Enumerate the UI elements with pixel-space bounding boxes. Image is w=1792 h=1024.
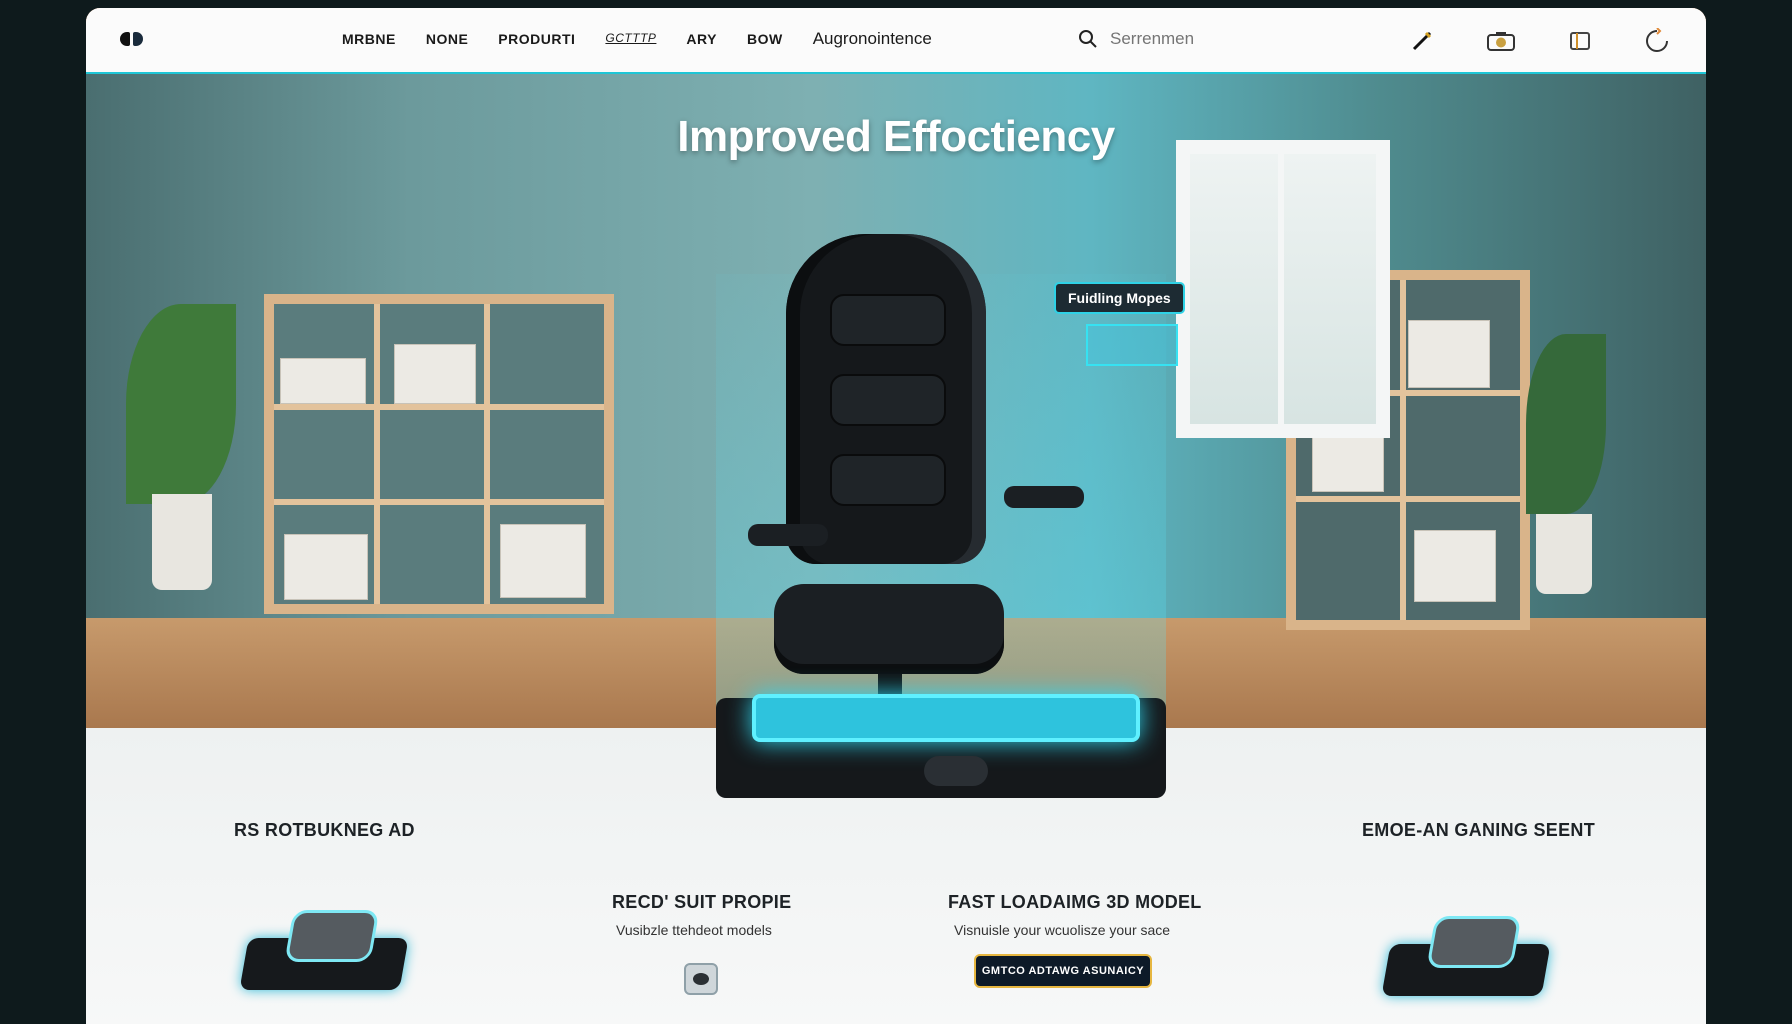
panel-icon[interactable] <box>1568 30 1592 52</box>
nav-item-gcttp[interactable]: GCTTTP <box>605 31 656 49</box>
chair-right-armrest <box>1004 486 1084 508</box>
nav-item-augronointence[interactable]: Augronointence <box>813 29 932 49</box>
toolbar <box>1410 28 1670 54</box>
top-navigation: MRBNE NONE PRODURTI GCTTTP ARY BOW Augro… <box>86 8 1706 74</box>
app-window: MRBNE NONE PRODURTI GCTTTP ARY BOW Augro… <box>86 8 1706 1024</box>
gaming-chair-seat <box>774 584 1004 674</box>
nav-item-none[interactable]: NONE <box>426 31 468 49</box>
left-plant <box>126 304 236 504</box>
search-icon[interactable] <box>1078 29 1098 49</box>
pen-icon[interactable] <box>1410 29 1434 53</box>
right-plant-pot <box>1536 514 1592 594</box>
nav-item-products[interactable]: PRODURTI <box>498 31 575 49</box>
chair-left-armrest <box>748 524 828 546</box>
feature-left-heading: RS ROTBUKNEG AD <box>234 820 415 840</box>
chip-icon[interactable] <box>684 963 718 995</box>
hotspot-box <box>1086 324 1178 366</box>
hotspot-tag[interactable]: Fuidling Mopes <box>1056 284 1183 312</box>
refresh-icon[interactable] <box>1644 28 1670 54</box>
nav-item-ary[interactable]: ARY <box>686 31 717 49</box>
search-bar <box>1078 28 1272 50</box>
hero-banner: Improved Effoctiency Fuidling Mopes <box>86 74 1706 728</box>
pedestal-glow-top <box>752 694 1140 742</box>
search-input[interactable] <box>1108 28 1272 50</box>
pedestal-button[interactable] <box>924 756 988 786</box>
left-mini-pedestal <box>239 910 409 990</box>
logo-icon[interactable] <box>120 32 143 46</box>
main-menu: MRBNE NONE PRODURTI GCTTTP ARY BOW Augro… <box>342 29 932 49</box>
display-pedestal <box>716 694 1166 798</box>
hero-title: Improved Effoctiency <box>677 112 1115 161</box>
room-window <box>1176 140 1390 438</box>
nav-item-bow[interactable]: BOW <box>747 31 783 49</box>
feature-center-left-heading: RECD' SUIT PROPIE <box>612 892 792 912</box>
feature-center-right-heading: FAST LOADAIMG 3D MODEL <box>948 892 1202 912</box>
feature-center-right-subtitle: Visnuisle your wcuolisze your sace <box>954 922 1171 938</box>
left-plant-pot <box>152 494 212 590</box>
cta-button[interactable]: GMTCO ADTAWG ASUNAICY <box>974 954 1152 988</box>
right-mini-pedestal <box>1381 916 1551 996</box>
feature-right-heading: EMOE-AN GANING SEENT <box>1362 820 1596 840</box>
camera-icon[interactable] <box>1486 30 1516 52</box>
left-bookshelf <box>264 294 614 614</box>
feature-center-left-subtitle: Vusibzle ttehdeot models <box>616 922 772 938</box>
nav-item-mrbne[interactable]: MRBNE <box>342 31 396 49</box>
right-plant <box>1526 334 1606 514</box>
gaming-chair-backrest[interactable] <box>786 234 986 564</box>
